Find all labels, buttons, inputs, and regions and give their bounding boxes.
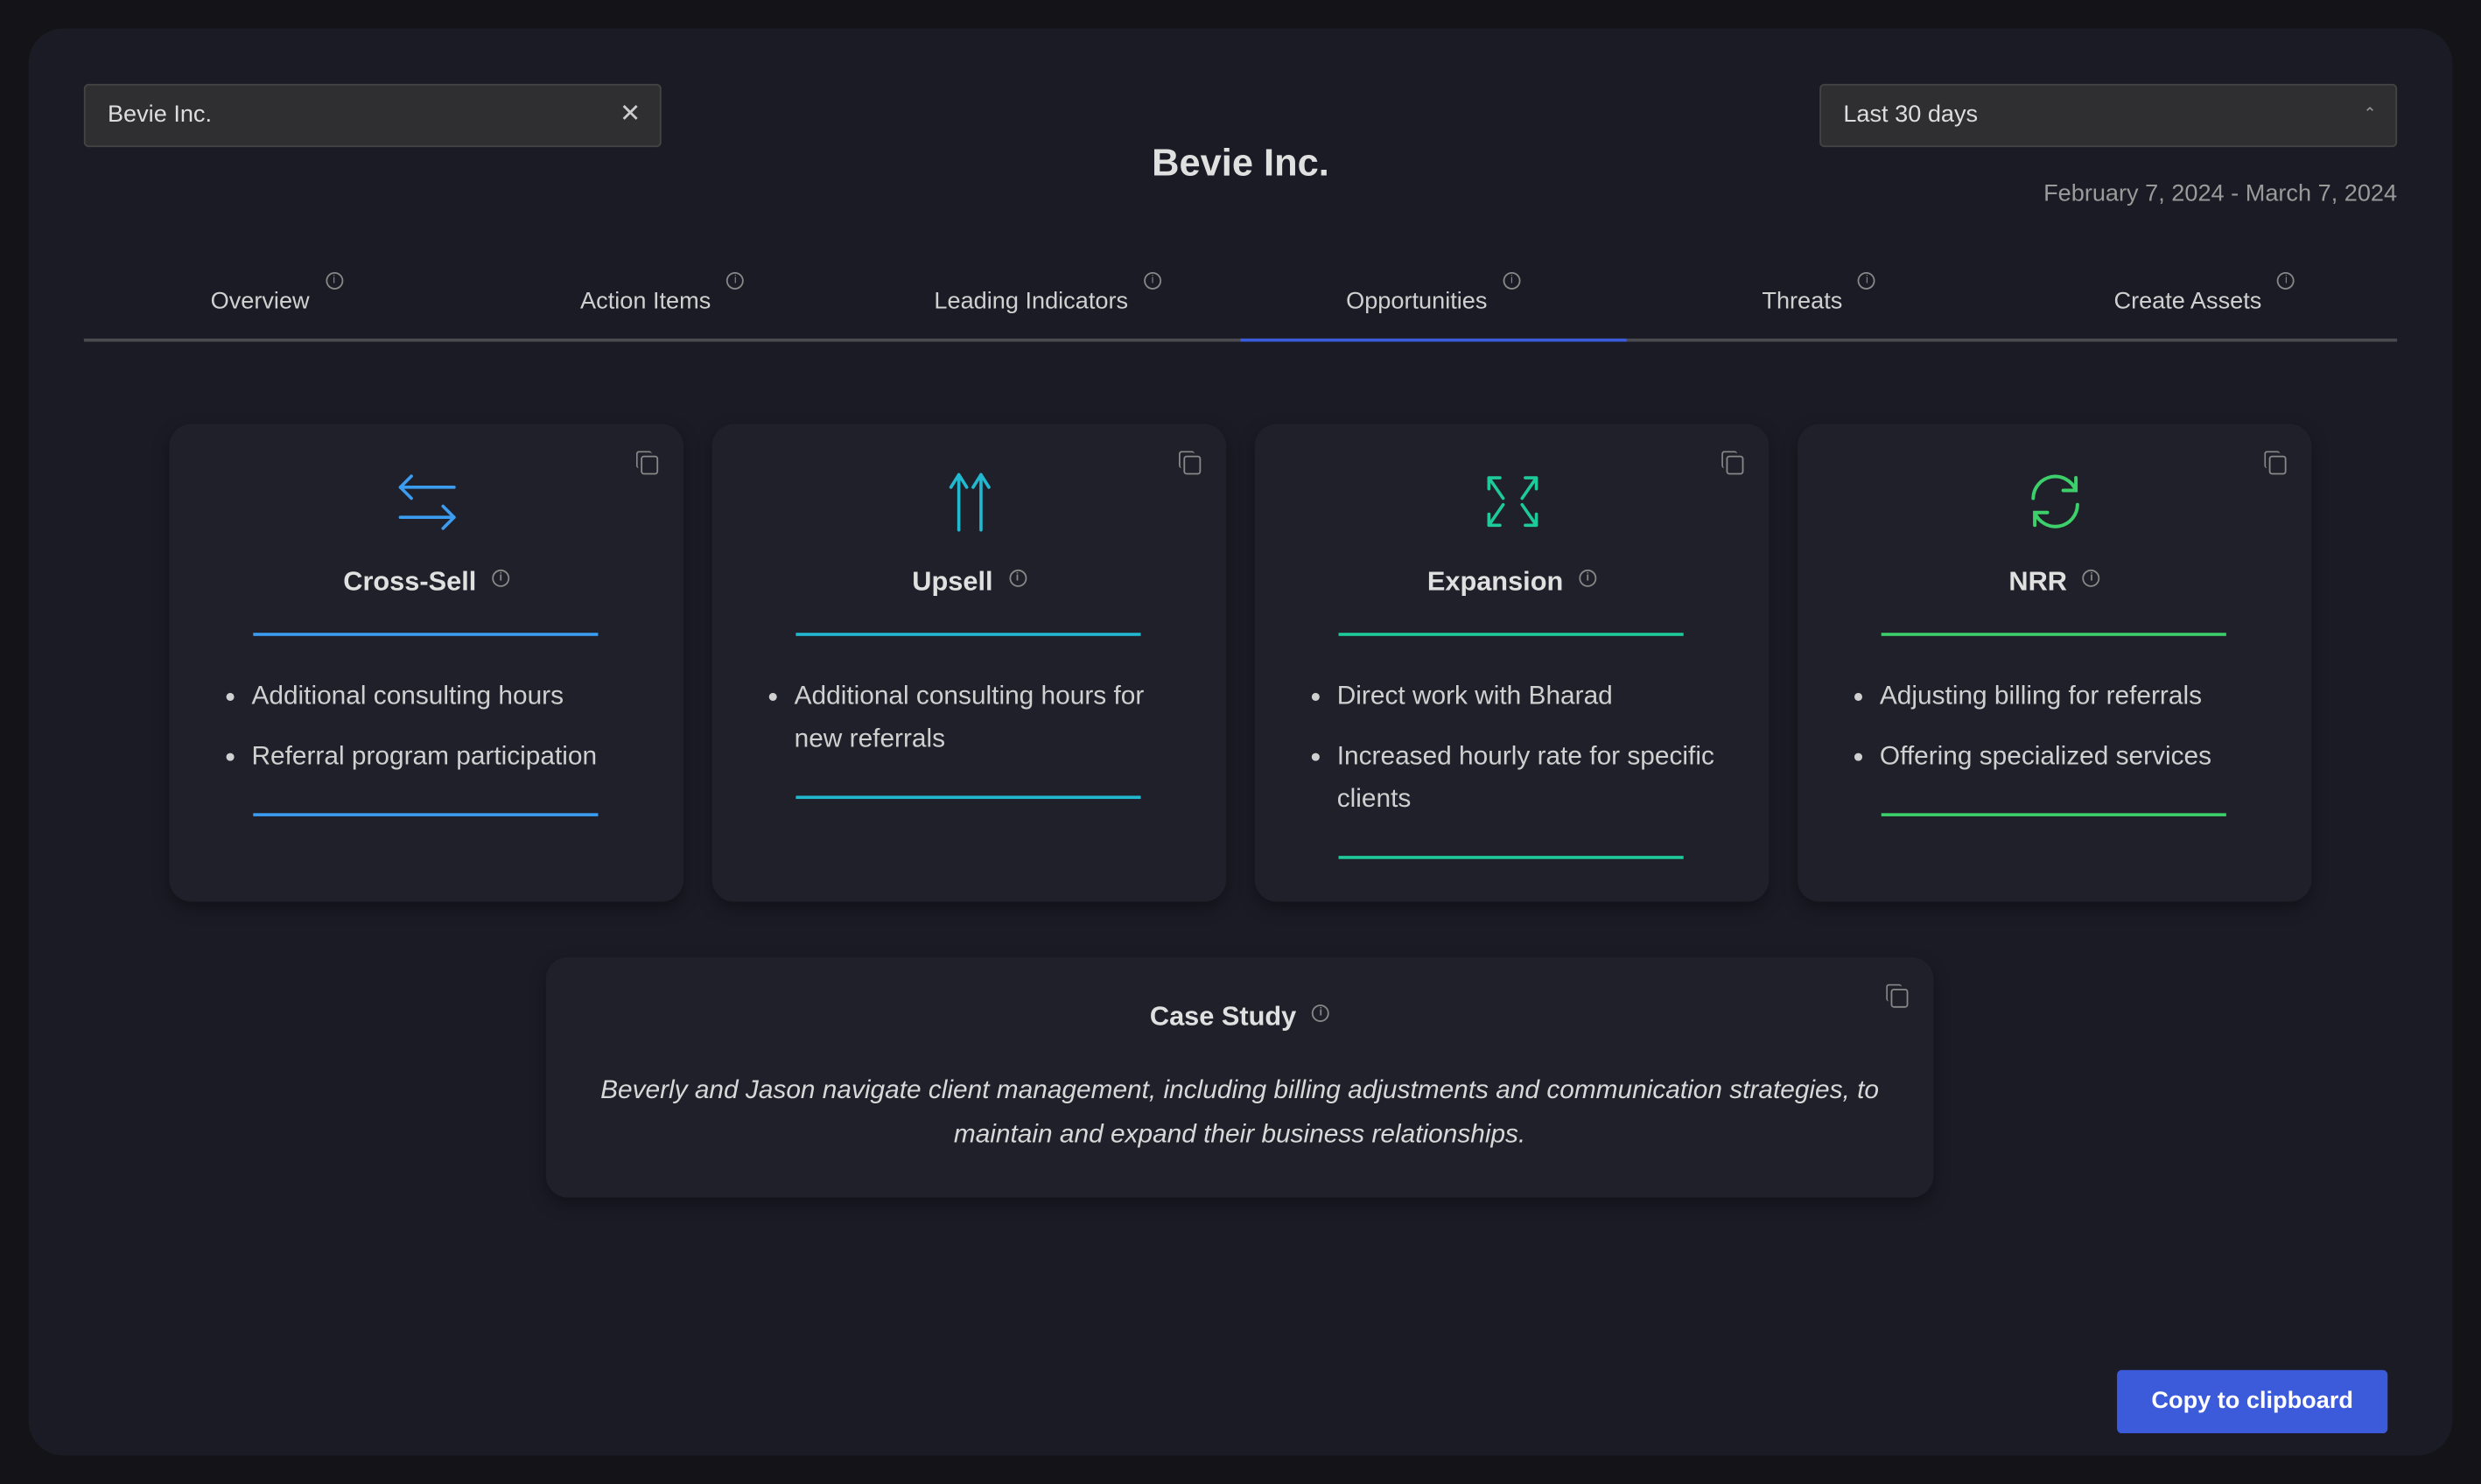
date-range-text: February 7, 2024 - March 7, 2024	[2043, 180, 2398, 207]
refresh-icon	[1798, 472, 2312, 532]
list-item: Offering specialized services	[1880, 736, 2283, 779]
expand-arrows-icon	[1255, 472, 1770, 532]
divider	[1881, 813, 2226, 816]
card-title: NRR	[2008, 566, 2068, 597]
tab-label: Action Items	[580, 288, 711, 315]
copy-icon[interactable]	[1721, 451, 1744, 475]
tab-bar: Overview i Action Items i Leading Indicato…	[83, 269, 2398, 342]
double-arrow-up-icon	[712, 472, 1227, 532]
tab-opportunities[interactable]: Opportunities i	[1240, 269, 1627, 342]
card-upsell: Upselli Additional consulting hours for …	[711, 424, 1227, 902]
chevron-up-down-icon: ⌃	[2363, 106, 2377, 124]
list-item: Additional consulting hours for new refe…	[795, 676, 1198, 761]
tab-create-assets[interactable]: Create Assets i	[2012, 269, 2398, 339]
card-title: Expansion	[1426, 566, 1564, 597]
info-icon[interactable]: i	[1858, 271, 1876, 290]
card-title-row: Expansion i	[1255, 566, 1770, 598]
date-range-select[interactable]: Last 30 days ⌃	[1819, 83, 2398, 148]
tab-leading-indicators[interactable]: Leading Indicators i	[855, 269, 1241, 339]
info-icon[interactable]: i	[325, 271, 343, 290]
divider	[253, 813, 599, 816]
info-icon[interactable]: i	[1008, 569, 1027, 587]
arrows-left-right-icon	[169, 472, 683, 532]
tab-label: Overview	[210, 288, 310, 315]
info-icon[interactable]: i	[2277, 271, 2295, 290]
card-title-row: NRR i	[1798, 566, 2312, 598]
card-title-row: Cross-Sell i	[169, 566, 683, 598]
tab-threats[interactable]: Threats i	[1626, 269, 2012, 339]
card-title-row: Case Study i	[546, 1001, 1934, 1032]
tab-action-items[interactable]: Action Items i	[469, 269, 855, 339]
divider	[1881, 633, 2226, 636]
list-item: Direct work with Bharad	[1337, 676, 1741, 718]
divider	[253, 633, 599, 636]
card-list: Additional consulting hours for new refe…	[760, 676, 1198, 779]
list-item: Additional consulting hours	[251, 676, 655, 718]
case-study-body: Beverly and Jason navigate client manage…	[600, 1075, 1880, 1149]
card-title: Upsell	[912, 566, 993, 597]
tab-label: Create Assets	[2113, 288, 2262, 315]
divider	[795, 795, 1141, 800]
card-title: Cross-Sell	[343, 566, 477, 597]
company-search-input[interactable]: Bevie Inc. ✕	[83, 83, 662, 148]
divider	[1338, 856, 1684, 859]
card-list: Direct work with Bharad Increased hourly…	[1302, 676, 1741, 838]
list-item: Adjusting billing for referrals	[1880, 676, 2283, 718]
card-expansion: Expansion i Direct work with Bharad Incre…	[1254, 424, 1770, 902]
tab-label: Opportunities	[1346, 288, 1488, 315]
info-icon[interactable]: i	[1312, 1004, 1330, 1022]
copy-to-clipboard-button[interactable]: Copy to clipboard	[2117, 1369, 2388, 1434]
divider	[1338, 633, 1684, 636]
card-nrr: NRR i Adjusting billing for referrals Off…	[1797, 424, 2312, 902]
list-item: Increased hourly rate for specific clien…	[1337, 736, 1741, 822]
info-icon[interactable]: i	[726, 271, 745, 290]
card-title-row: Upsell i	[712, 566, 1227, 598]
copy-icon[interactable]	[2264, 451, 2287, 475]
list-item: Referral program participation	[251, 736, 655, 779]
divider	[795, 633, 1141, 636]
info-icon[interactable]: i	[1579, 569, 1597, 587]
copy-icon[interactable]	[1178, 451, 1202, 475]
info-icon[interactable]: i	[1144, 271, 1162, 290]
search-value: Bevie Inc.	[107, 101, 213, 129]
tab-label: Leading Indicators	[934, 288, 1129, 315]
clear-icon[interactable]: ✕	[620, 86, 641, 146]
case-study-title: Case Study	[1149, 1001, 1297, 1032]
card-list: Additional consulting hours Referral pro…	[217, 676, 655, 795]
card-cross-sell: Cross-Sell i Additional consulting hours …	[169, 424, 684, 902]
info-icon[interactable]: i	[2083, 569, 2100, 587]
info-icon[interactable]: i	[492, 569, 510, 587]
card-list: Adjusting billing for referrals Offering…	[1845, 676, 2283, 795]
copy-icon[interactable]	[635, 451, 659, 475]
tab-label: Threats	[1762, 288, 1843, 315]
info-icon[interactable]: i	[1503, 271, 1521, 290]
date-range-value: Last 30 days	[1843, 101, 1979, 129]
tab-overview[interactable]: Overview i	[84, 269, 470, 339]
case-study-card: Case Study i Beverly and Jason navigate c…	[545, 956, 1934, 1198]
